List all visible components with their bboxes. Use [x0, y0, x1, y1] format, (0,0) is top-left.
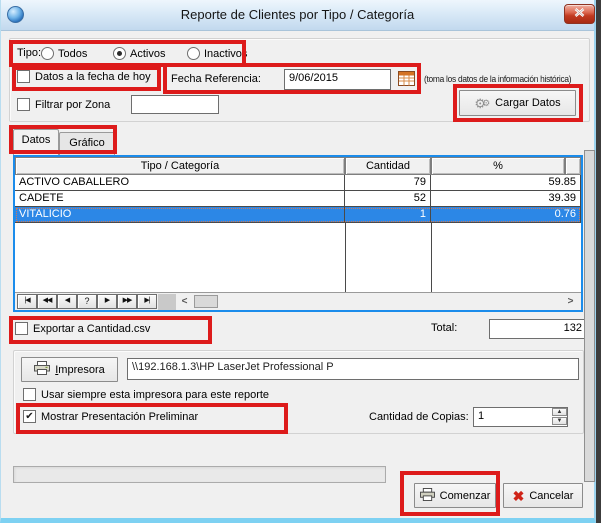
column-header-filler — [565, 157, 581, 175]
datos-hoy-label: Datos a la fecha de hoy — [35, 71, 151, 83]
gears-icon: ⚙⚙ — [474, 97, 490, 110]
dialog-window: Reporte de Clientes por Tipo / Categoría… — [0, 0, 596, 523]
nav-last-button[interactable]: ▶| — [137, 294, 157, 309]
nav-fast-forward-button[interactable]: ▶▶ — [117, 294, 137, 309]
nav-next-button[interactable]: ▶ — [97, 294, 117, 309]
cell-pct: 59.85 — [431, 175, 581, 191]
tab-datos[interactable]: Datos — [13, 129, 59, 155]
radio-todos[interactable] — [41, 47, 54, 60]
spin-down-icon[interactable]: ▼ — [552, 417, 567, 425]
hscroll-right-icon[interactable]: > — [564, 295, 577, 308]
nav-help-button[interactable]: ? — [77, 294, 97, 309]
check-icon: ✔ — [25, 411, 33, 422]
column-header-cantidad[interactable]: Cantidad — [345, 157, 431, 175]
datos-hoy-checkbox[interactable] — [17, 70, 30, 83]
cargar-datos-label: Cargar Datos — [495, 97, 560, 109]
copias-label: Cantidad de Copias: — [369, 411, 469, 423]
exportar-label: Exportar a Cantidad.csv — [33, 323, 150, 335]
radio-activos-label: Activos — [130, 48, 165, 60]
column-header-tipo[interactable]: Tipo / Categoría — [15, 157, 345, 175]
printer-icon — [34, 361, 50, 378]
usar-siempre-label: Usar siempre esta impresora para este re… — [41, 389, 269, 401]
historical-note: (toma los datos de la información histór… — [424, 74, 571, 84]
radio-inactivos-label: Inactivos — [204, 48, 247, 60]
exportar-checkbox[interactable] — [15, 322, 28, 335]
preliminar-checkbox[interactable]: ✔ — [23, 410, 36, 423]
printer-path-field[interactable]: \\192.168.1.3\HP LaserJet Professional P — [127, 358, 579, 380]
usar-siempre-checkbox[interactable] — [23, 388, 36, 401]
fecha-referencia-input[interactable]: 9/06/2015 — [284, 69, 391, 90]
table-row[interactable]: ACTIVO CABALLERO 79 59.85 — [15, 175, 581, 191]
impresora-label: Impresora — [55, 364, 105, 376]
column-header-pct[interactable]: % — [431, 157, 565, 175]
nav-first-button[interactable]: |◀ — [17, 294, 37, 309]
grid-navigator: |◀ ◀◀ ◀ ? ▶ ▶▶ ▶| < > — [15, 292, 581, 310]
nav-prev-button[interactable]: ◀ — [57, 294, 77, 309]
filtrar-zona-checkbox[interactable] — [17, 98, 30, 111]
progress-bar — [13, 466, 386, 483]
title-bar: Reporte de Clientes por Tipo / Categoría — [1, 0, 594, 31]
data-grid: Tipo / Categoría Cantidad % ACTIVO CABAL… — [13, 155, 583, 312]
total-field: 132 — [489, 319, 587, 339]
cell-pct: 0.76 — [431, 207, 581, 223]
total-label: Total: — [431, 322, 457, 334]
printer-icon — [420, 488, 435, 504]
zona-input[interactable] — [131, 95, 219, 114]
cell-cantidad: 79 — [345, 175, 431, 191]
table-row-selected[interactable]: VITALICIO 1 0.76 — [15, 207, 581, 223]
spin-up-icon[interactable]: ▲ — [552, 408, 567, 416]
tab-grafico[interactable]: Gráfico — [59, 132, 115, 155]
grid-column-line — [431, 223, 432, 292]
cell-cantidad: 52 — [345, 191, 431, 207]
close-button[interactable] — [564, 4, 595, 24]
hscroll-thumb[interactable] — [194, 295, 218, 308]
radio-todos-label: Todos — [58, 48, 87, 60]
nav-fast-back-button[interactable]: ◀◀ — [37, 294, 57, 309]
cell-tipo: ACTIVO CABALLERO — [15, 175, 345, 191]
cancelar-label: Cancelar — [529, 490, 573, 502]
cargar-datos-button[interactable]: ⚙⚙ Cargar Datos — [459, 90, 576, 116]
cell-tipo: CADETE — [15, 191, 345, 207]
window-title: Reporte de Clientes por Tipo / Categoría — [1, 7, 594, 22]
filtrar-zona-label: Filtrar por Zona — [35, 99, 110, 111]
preliminar-label: Mostrar Presentación Preliminar — [41, 411, 198, 423]
nav-gap — [158, 294, 176, 310]
grid-column-line — [345, 223, 346, 292]
cancelar-button[interactable]: ✖ Cancelar — [503, 483, 583, 508]
radio-activos[interactable] — [113, 47, 126, 60]
tipo-label: Tipo: — [17, 47, 41, 59]
cancel-x-icon: ✖ — [513, 489, 525, 503]
cell-cantidad: 1 — [345, 207, 431, 223]
radio-inactivos[interactable] — [187, 47, 200, 60]
cell-tipo: VITALICIO — [15, 207, 345, 223]
cell-pct: 39.39 — [431, 191, 581, 207]
close-icon — [574, 8, 585, 20]
impresora-button[interactable]: Impresora — [21, 357, 118, 382]
comenzar-button[interactable]: Comenzar — [414, 483, 496, 508]
table-row[interactable]: CADETE 52 39.39 — [15, 191, 581, 207]
hscroll-left-icon[interactable]: < — [178, 295, 191, 308]
right-edge-panel — [584, 150, 595, 482]
calendar-icon[interactable] — [398, 70, 416, 87]
fecha-referencia-label: Fecha Referencia: — [171, 73, 261, 85]
comenzar-label: Comenzar — [440, 490, 491, 502]
